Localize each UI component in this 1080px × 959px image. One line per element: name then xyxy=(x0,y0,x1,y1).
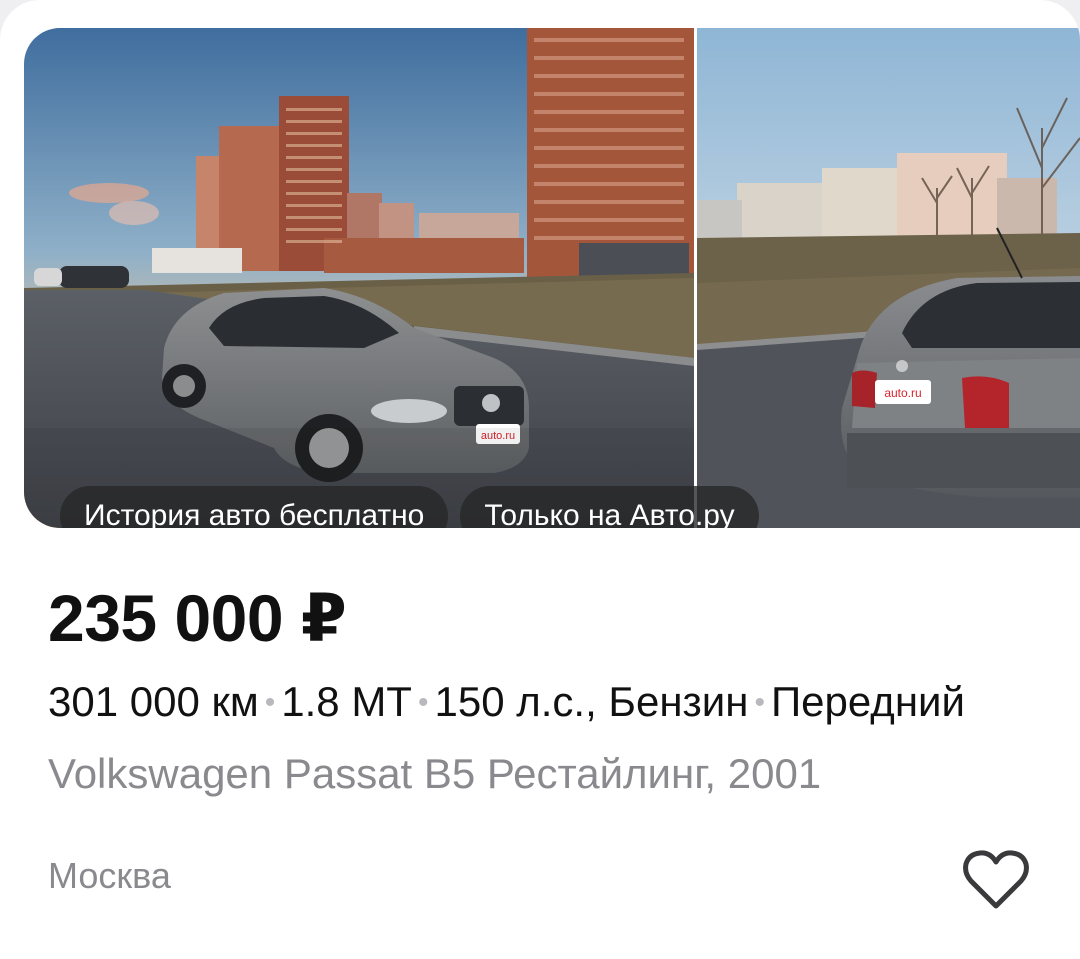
photo-gallery[interactable]: auto.ru auto.ru История авто бесплатно Т… xyxy=(24,28,1080,528)
city: Москва xyxy=(48,855,171,896)
separator-dot: • xyxy=(264,686,276,719)
drive: Передний xyxy=(770,678,965,725)
price: 235 000 ₽ xyxy=(48,581,347,655)
separator-dot: • xyxy=(754,686,765,719)
mileage: 301 000 км xyxy=(48,678,259,725)
separator-dot: • xyxy=(417,686,429,719)
history-badge[interactable]: История авто бесплатно xyxy=(60,486,449,528)
car-photo-front[interactable]: auto.ru xyxy=(24,28,694,528)
badges: История авто бесплатно Только на Авто.ру xyxy=(60,486,759,528)
engine: 1.8 MT xyxy=(281,678,412,725)
car-photo-rear[interactable]: auto.ru xyxy=(697,28,1080,528)
listing-card[interactable]: auto.ru auto.ru История авто бесплатно Т… xyxy=(0,0,1080,959)
rear-plate-logo: auto.ru xyxy=(884,386,921,400)
heart-outline-icon xyxy=(963,850,1029,909)
favorite-button[interactable] xyxy=(962,848,1030,912)
specs-line: 301 000 км • 1.8 MT • 150 л.с., Бензин • Перед… xyxy=(48,678,965,726)
power-fuel: 150 л.с., Бензин xyxy=(434,678,749,725)
exclusive-badge[interactable]: Только на Авто.ру xyxy=(460,486,759,528)
model-title[interactable]: Volkswagen Passat B5 Рестайлинг, 2001 xyxy=(48,750,821,798)
